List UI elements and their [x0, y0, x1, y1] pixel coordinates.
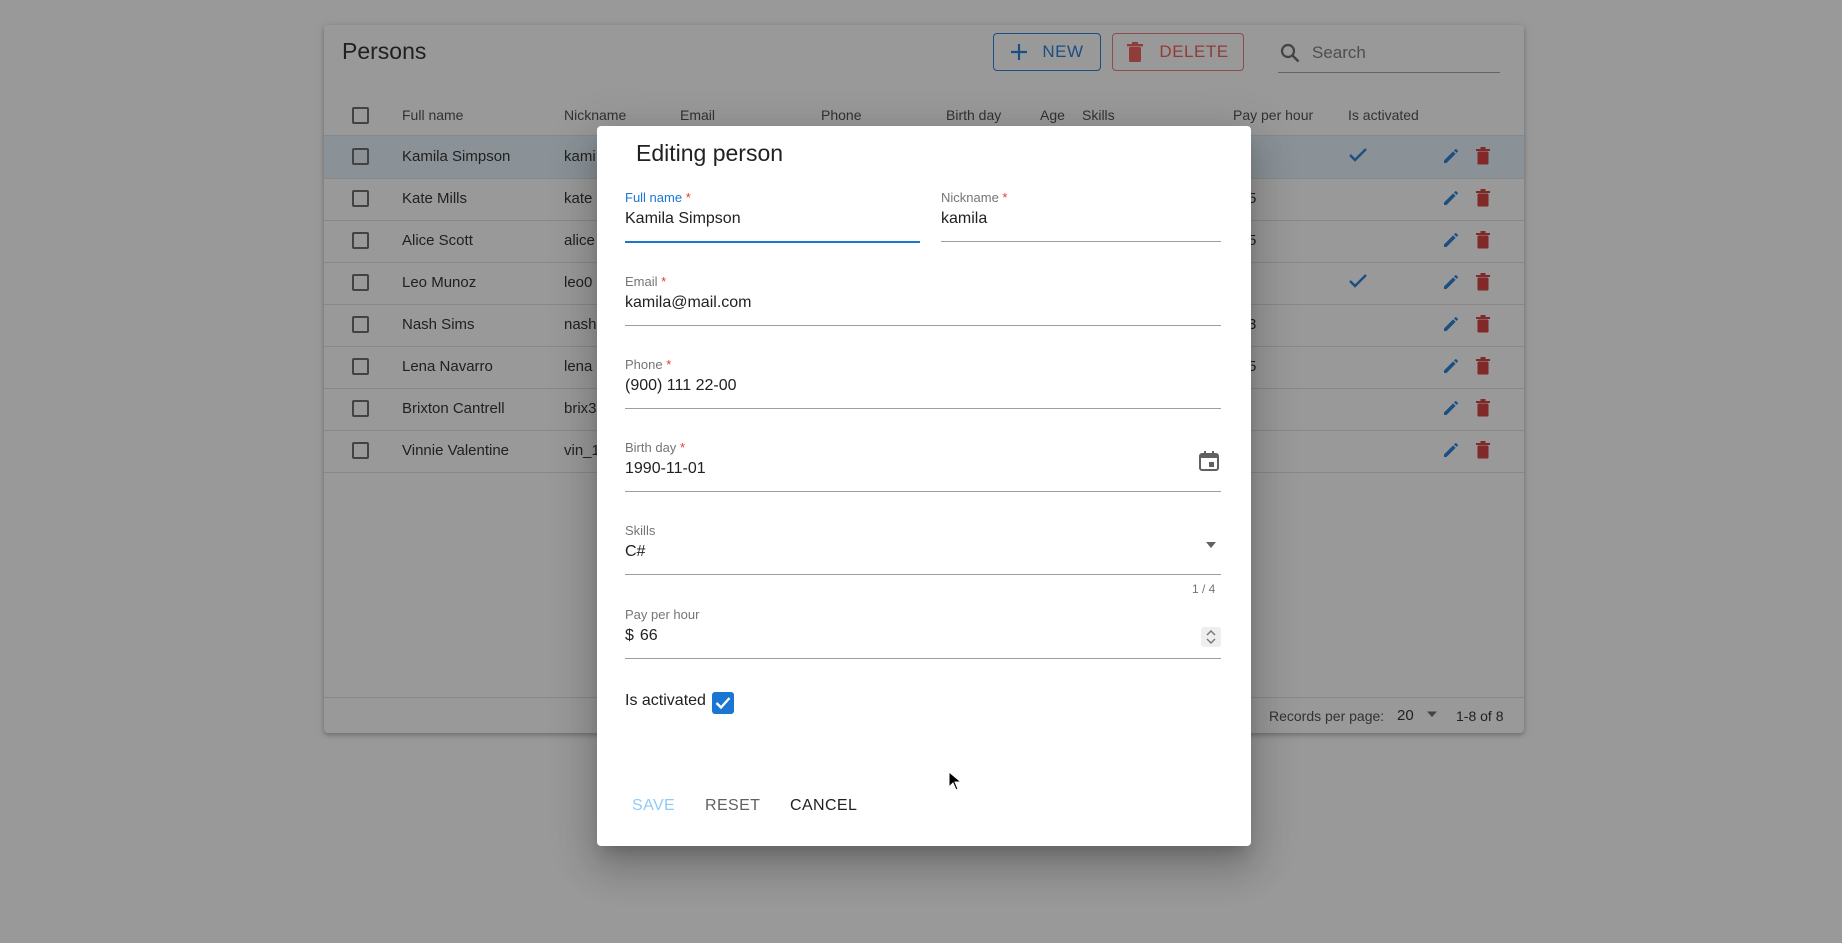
birth-day-field[interactable]: Birth day * 1990-11-01 — [625, 440, 1221, 492]
email-input[interactable]: kamila@mail.com — [625, 294, 751, 312]
currency-prefix: $ — [625, 627, 634, 644]
full-name-field[interactable]: Full name * Kamila Simpson — [625, 190, 920, 243]
skills-select[interactable]: C# — [625, 543, 645, 561]
save-button[interactable]: SAVE — [632, 797, 675, 815]
phone-input[interactable]: (900) 111 22-00 — [625, 377, 736, 395]
nickname-input[interactable]: kamila — [941, 210, 987, 228]
reset-button[interactable]: RESET — [705, 797, 760, 815]
check-icon — [715, 697, 731, 710]
is-activated-label: Is activated — [625, 692, 706, 709]
cancel-button[interactable]: CANCEL — [790, 797, 857, 815]
dialog-title: Editing person — [636, 140, 784, 166]
phone-field[interactable]: Phone * (900) 111 22-00 — [625, 357, 1221, 409]
is-activated-checkbox[interactable] — [712, 692, 734, 714]
pay-per-hour-value: 66 — [639, 627, 658, 644]
nickname-field[interactable]: Nickname * kamila — [941, 190, 1221, 242]
pay-per-hour-label: Pay per hour — [625, 607, 700, 622]
birth-day-label: Birth day * — [625, 440, 685, 455]
skills-field[interactable]: Skills C# — [625, 523, 1221, 575]
phone-label: Phone * — [625, 357, 672, 372]
pay-per-hour-input[interactable]: $66 — [625, 627, 658, 645]
chevron-down-icon[interactable] — [1205, 540, 1217, 550]
email-field[interactable]: Email * kamila@mail.com — [625, 274, 1221, 326]
calendar-icon[interactable] — [1198, 450, 1220, 472]
number-spinner-icon[interactable] — [1201, 627, 1221, 647]
nickname-label: Nickname * — [941, 190, 1008, 205]
skills-counter: 1 / 4 — [1192, 582, 1216, 596]
pay-per-hour-field[interactable]: Pay per hour $66 — [625, 607, 1221, 659]
full-name-input[interactable]: Kamila Simpson — [625, 210, 741, 228]
mouse-cursor-icon — [948, 771, 962, 791]
full-name-label: Full name * — [625, 190, 691, 205]
email-label: Email * — [625, 274, 667, 289]
skills-label: Skills — [625, 523, 656, 538]
birth-day-input[interactable]: 1990-11-01 — [625, 460, 706, 478]
edit-person-dialog: Editing person Full name * Kamila Simpso… — [597, 126, 1251, 846]
